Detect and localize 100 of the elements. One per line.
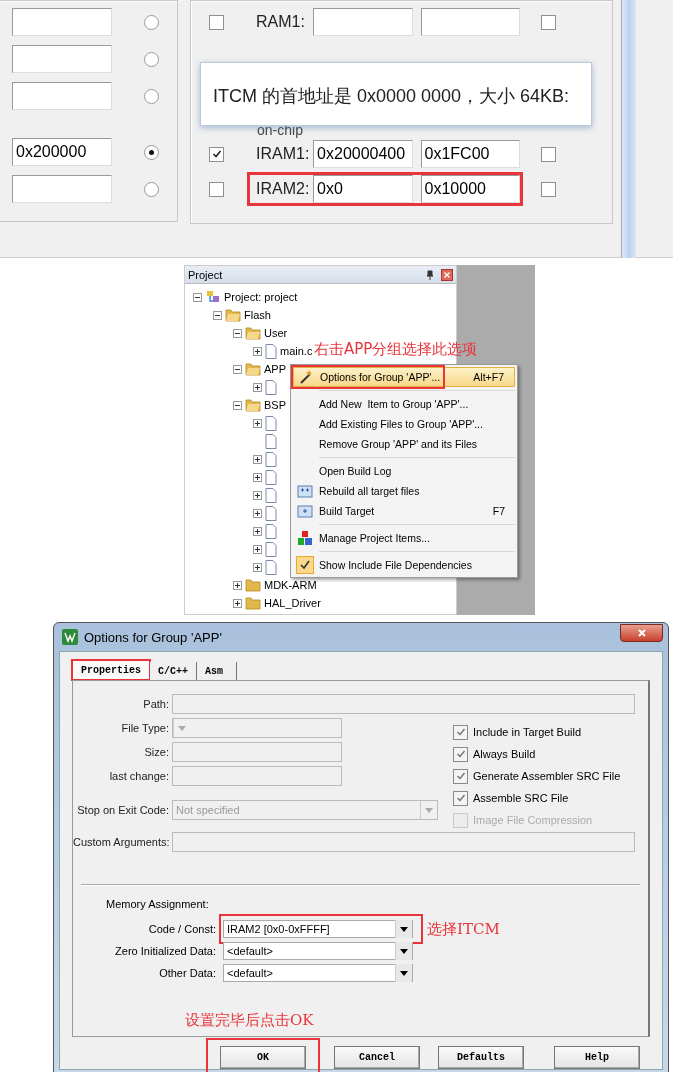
dropdown[interactable]: <default> xyxy=(223,964,413,982)
pin-icon[interactable] xyxy=(425,269,435,280)
expand-icon[interactable] xyxy=(253,544,262,554)
expand-icon[interactable] xyxy=(253,526,262,536)
input-field[interactable]: 0x0 xyxy=(313,175,413,203)
blocks-icon xyxy=(297,530,313,546)
tree-item[interactable]: BSP xyxy=(264,399,286,411)
expand-icon[interactable] xyxy=(233,598,242,608)
build-icon xyxy=(297,483,313,499)
file-icon xyxy=(265,523,277,539)
tree-item[interactable]: MDK-ARM xyxy=(264,579,317,591)
checkbox[interactable] xyxy=(541,181,556,197)
checkbox-label: Assemble SRC File xyxy=(473,792,569,804)
checkbox[interactable] xyxy=(209,14,224,30)
expand-icon[interactable] xyxy=(253,382,262,392)
input-field[interactable] xyxy=(172,766,342,786)
tree-item[interactable]: Flash xyxy=(244,309,271,321)
checkbox[interactable] xyxy=(209,181,224,197)
dialog-button[interactable]: Help xyxy=(554,1045,640,1069)
menu-item[interactable]: Add New Item to Group 'APP'... xyxy=(293,394,515,414)
expand-icon[interactable] xyxy=(253,346,262,356)
expand-icon[interactable] xyxy=(233,580,242,590)
input-field[interactable] xyxy=(12,175,112,203)
input-field[interactable] xyxy=(172,694,635,714)
checkbox[interactable] xyxy=(453,746,468,762)
expand-icon[interactable] xyxy=(253,418,262,428)
dropdown[interactable]: <default> xyxy=(223,942,413,960)
close-icon[interactable] xyxy=(441,268,453,281)
expand-icon[interactable] xyxy=(253,562,262,572)
input-field[interactable] xyxy=(172,742,342,762)
input-field[interactable]: 0x200000 xyxy=(12,138,112,166)
input-field[interactable]: 0x10000 xyxy=(420,175,520,203)
folder-icon xyxy=(225,308,241,322)
tab[interactable]: Properties xyxy=(72,660,150,680)
caret-icon xyxy=(425,807,433,813)
checkbox[interactable] xyxy=(541,146,556,162)
collapse-icon[interactable] xyxy=(233,400,242,410)
dialog-button[interactable]: Cancel xyxy=(334,1045,420,1069)
field-label: Other Data: xyxy=(158,967,217,979)
menu-item[interactable]: Build Target F7 xyxy=(293,501,515,521)
input-field[interactable] xyxy=(12,8,112,36)
menu-item[interactable]: Remove Group 'APP' and its Files xyxy=(293,434,515,454)
file-icon xyxy=(265,469,277,485)
input-field[interactable] xyxy=(313,8,413,36)
expand-icon[interactable] xyxy=(253,490,262,500)
dropdown[interactable]: IRAM2 [0x0-0xFFFF] xyxy=(223,920,413,938)
expand-icon[interactable] xyxy=(253,472,262,482)
checkbox[interactable] xyxy=(453,724,468,740)
project-icon xyxy=(205,289,221,305)
tree-item[interactable]: User xyxy=(264,327,288,339)
dialog-button[interactable]: OK xyxy=(220,1045,306,1069)
caret-icon xyxy=(400,926,408,932)
dialog-button[interactable]: Defaults xyxy=(438,1045,524,1069)
checkbox[interactable] xyxy=(209,146,224,162)
menu-item[interactable]: Open Build Log xyxy=(293,461,515,481)
tree-item[interactable]: HAL_Driver xyxy=(264,597,321,609)
input-field[interactable]: 0x20000400 xyxy=(313,140,413,168)
menu-item[interactable]: Rebuild all target files xyxy=(293,481,515,501)
tree-item[interactable]: Project: project xyxy=(224,291,298,303)
checkbox[interactable] xyxy=(453,768,468,784)
field-label: Size: xyxy=(143,746,170,758)
field-label: Custom Arguments: xyxy=(73,836,171,848)
file-icon xyxy=(265,343,277,359)
input-field[interactable]: 0x1FC00 xyxy=(420,140,520,168)
menu-item[interactable]: Show Include File Dependencies xyxy=(293,555,515,575)
field-label: Stop on Exit Code: xyxy=(76,804,170,816)
field-label: RAM1: xyxy=(256,13,306,31)
radio-button[interactable] xyxy=(144,14,159,30)
menu-item[interactable]: Manage Project Items... xyxy=(293,528,515,548)
radio-button[interactable] xyxy=(144,144,159,160)
input-field[interactable] xyxy=(12,82,112,110)
input-field[interactable] xyxy=(172,832,635,852)
input-field[interactable] xyxy=(12,45,112,73)
folder-icon xyxy=(245,596,261,610)
expand-icon[interactable] xyxy=(253,508,262,518)
collapse-icon[interactable] xyxy=(193,292,202,302)
checkbox[interactable] xyxy=(541,14,556,30)
collapse-icon[interactable] xyxy=(213,310,222,320)
annotation-text: 选择ITCM xyxy=(427,919,500,939)
tree-item[interactable]: APP xyxy=(264,363,286,375)
menu-item[interactable]: Add Existing Files to Group 'APP'... xyxy=(293,414,515,434)
checkbox[interactable] xyxy=(453,790,468,806)
folder-icon xyxy=(245,326,261,340)
check-icon xyxy=(455,771,466,781)
file-icon xyxy=(265,505,277,521)
radio-button[interactable] xyxy=(144,51,159,67)
menu-item[interactable]: Options for Group 'APP'... Alt+F7 xyxy=(293,367,515,387)
file-icon xyxy=(265,379,277,395)
tree-item[interactable]: main.c xyxy=(280,345,313,357)
close-button[interactable] xyxy=(620,624,663,642)
collapse-icon[interactable] xyxy=(233,328,242,338)
checkbox-label: Generate Assembler SRC File xyxy=(473,770,621,782)
expand-icon[interactable] xyxy=(253,454,262,464)
field-label: Zero Initialized Data: xyxy=(114,945,217,957)
tab[interactable]: C/C++ xyxy=(150,662,198,680)
folder-icon xyxy=(245,398,261,412)
collapse-icon[interactable] xyxy=(233,364,242,374)
radio-button[interactable] xyxy=(144,181,159,197)
radio-button[interactable] xyxy=(144,88,159,104)
input-field[interactable] xyxy=(420,8,520,36)
